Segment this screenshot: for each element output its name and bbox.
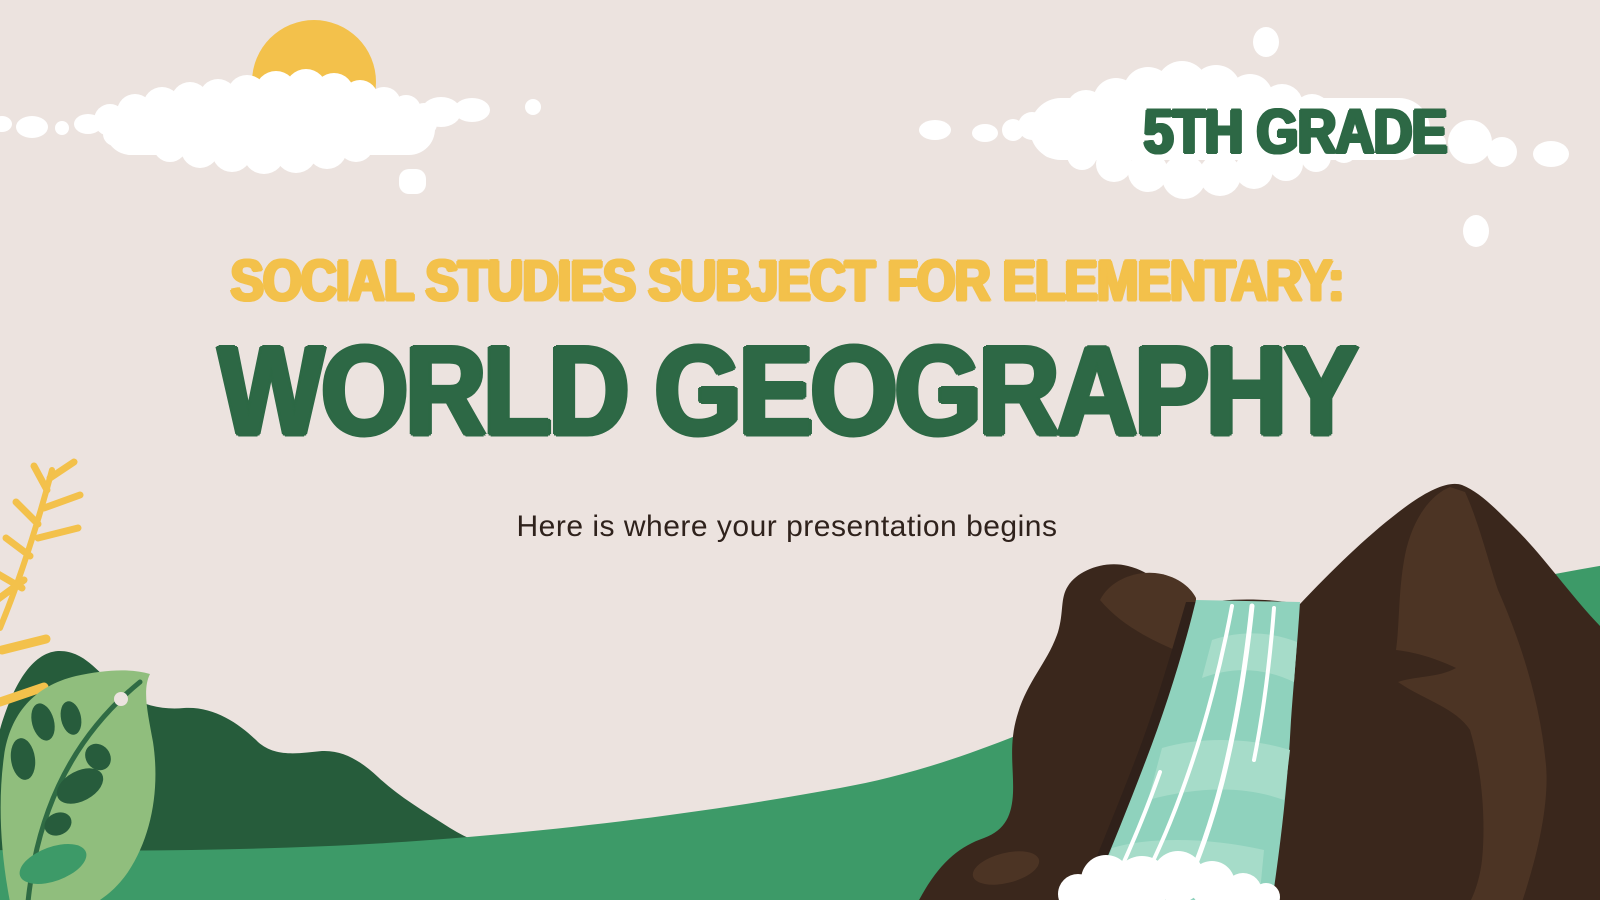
page-title: WORLD GEOGRAPHY <box>0 328 1587 455</box>
grade-badge: 5TH GRADE <box>1140 101 1450 163</box>
cloud-left-icon <box>0 69 541 194</box>
presentation-slide: 5TH GRADE SOCIAL STUDIES SUBJECT FOR ELE… <box>0 0 1600 900</box>
subtitle: Here is where your presentation begins <box>0 512 1587 542</box>
kicker-heading: SOCIAL STUDIES SUBJECT FOR ELEMENTARY: <box>0 252 1587 310</box>
